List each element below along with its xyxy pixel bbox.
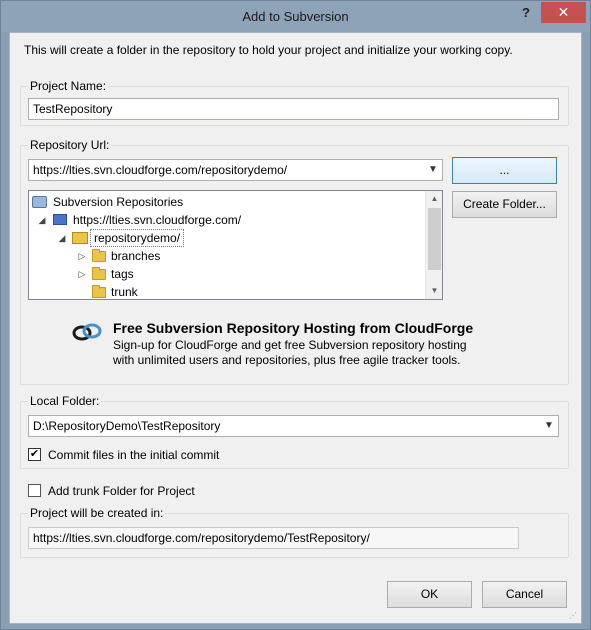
- promo-line-1: Sign-up for CloudForge and get free Subv…: [113, 338, 467, 352]
- local-folder-combo[interactable]: D:\RepositoryDemo\TestRepository ▼: [28, 415, 559, 437]
- promo-line-2: with unlimited users and repositories, p…: [113, 353, 461, 367]
- collapsed-arrow-icon[interactable]: ▷: [77, 247, 87, 265]
- local-folder-value: D:\RepositoryDemo\TestRepository: [33, 419, 221, 433]
- tree-item-label: trunk: [111, 285, 138, 299]
- chevron-down-icon[interactable]: ▼: [427, 163, 439, 177]
- folder-icon: [92, 249, 106, 262]
- local-folder-label: Local Folder:: [28, 394, 102, 408]
- window-title: Add to Subversion: [242, 9, 349, 24]
- promo-title[interactable]: Free Subversion Repository Hosting from …: [113, 320, 473, 336]
- repository-url-combo[interactable]: https://lties.svn.cloudforge.com/reposit…: [28, 159, 443, 181]
- server-icon: [53, 214, 67, 225]
- created-in-label: Project will be created in:: [28, 506, 166, 520]
- tree-item-label: tags: [111, 267, 134, 281]
- cancel-button[interactable]: Cancel: [482, 581, 567, 608]
- project-name-input[interactable]: TestRepository: [28, 98, 559, 120]
- resize-grip-icon[interactable]: ⋰: [569, 611, 579, 621]
- ok-button[interactable]: OK: [387, 581, 472, 608]
- close-icon: ✕: [557, 4, 570, 20]
- scroll-up-icon[interactable]: ▲: [426, 191, 442, 207]
- cloudforge-logo-icon: [72, 323, 102, 341]
- repository-icon: [72, 232, 88, 244]
- dialog-window: Add to Subversion ? ✕ This will create a…: [0, 0, 591, 630]
- help-button[interactable]: ?: [513, 4, 539, 24]
- repositories-icon: [32, 196, 47, 208]
- dialog-client-area: This will create a folder in the reposit…: [9, 32, 582, 624]
- expanded-arrow-icon[interactable]: ◢: [57, 229, 67, 247]
- commit-files-checkbox[interactable]: ✔: [28, 448, 41, 461]
- tree-item-label: Subversion Repositories: [53, 195, 184, 209]
- repository-url-label: Repository Url:: [28, 138, 112, 152]
- add-trunk-label: Add trunk Folder for Project: [48, 484, 195, 498]
- tree-scrollbar[interactable]: ▲ ▼: [425, 191, 442, 299]
- tree-item-label: branches: [111, 249, 161, 263]
- project-name-label: Project Name:: [28, 79, 109, 93]
- scrollbar-thumb[interactable]: [428, 208, 441, 270]
- repository-url-value: https://lties.svn.cloudforge.com/reposit…: [33, 163, 288, 177]
- tree-item-label-selected: repositorydemo/: [90, 229, 185, 247]
- commit-files-label: Commit files in the initial commit: [48, 448, 220, 462]
- close-button[interactable]: ✕: [541, 2, 586, 23]
- collapsed-arrow-icon[interactable]: ▷: [77, 265, 87, 283]
- intro-text: This will create a folder in the reposit…: [24, 43, 513, 57]
- browse-button[interactable]: ...: [452, 157, 557, 184]
- repository-tree[interactable]: Subversion Repositories ◢ https://lties.…: [28, 190, 443, 300]
- folder-icon: [92, 285, 106, 298]
- folder-icon: [92, 267, 106, 280]
- create-folder-button[interactable]: Create Folder...: [452, 191, 557, 218]
- tree-item-label: https://lties.svn.cloudforge.com/: [73, 213, 242, 227]
- add-trunk-checkbox[interactable]: [28, 484, 41, 497]
- checkmark-icon: ✔: [29, 448, 40, 460]
- created-in-path: https://lties.svn.cloudforge.com/reposit…: [28, 527, 519, 549]
- title-bar[interactable]: Add to Subversion ? ✕: [1, 1, 590, 32]
- chevron-down-icon[interactable]: ▼: [543, 419, 555, 433]
- expanded-arrow-icon[interactable]: ◢: [37, 211, 47, 229]
- scroll-down-icon[interactable]: ▼: [426, 283, 442, 299]
